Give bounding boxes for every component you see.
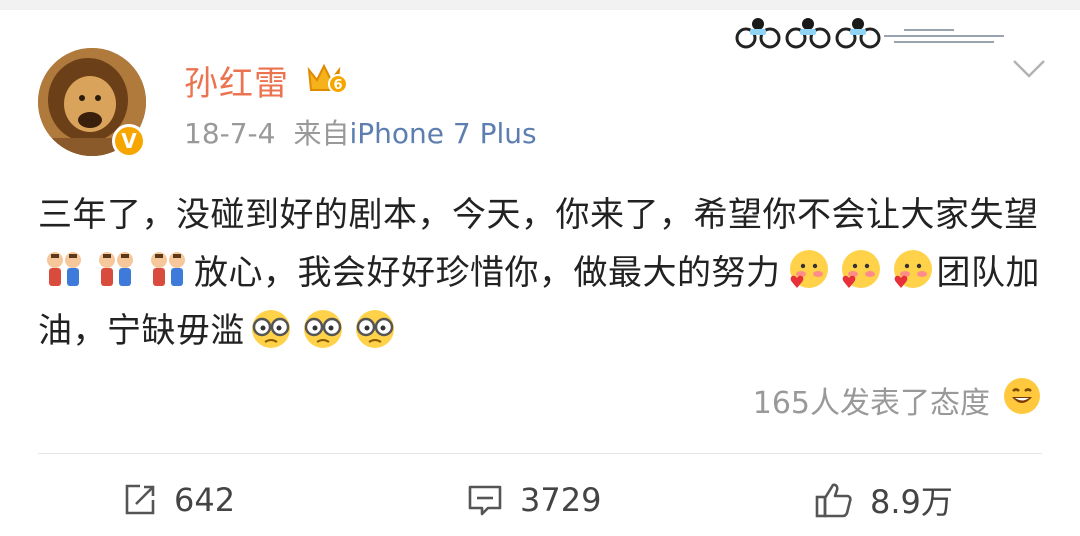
repost-icon bbox=[125, 484, 155, 515]
kids-emoji-icon bbox=[145, 248, 191, 294]
repost-button[interactable]: 642 bbox=[122, 472, 235, 528]
like-count: 8.9万 bbox=[870, 483, 953, 521]
blush-emoji-icon bbox=[888, 248, 934, 294]
level-badge-number: 6 bbox=[333, 78, 342, 93]
kids-emoji-icon bbox=[41, 248, 87, 294]
glasses-emoji-icon bbox=[300, 306, 346, 352]
smile-icon bbox=[1002, 376, 1042, 424]
glasses-emoji-icon bbox=[352, 306, 398, 352]
post-text-segment-1: 三年了，没碰到好的剧本，今天，你来了，希望你不会让大家失望 bbox=[38, 195, 1039, 235]
like-icon bbox=[815, 483, 852, 518]
attitude-text: 165人发表了态度 bbox=[752, 386, 990, 421]
kids-emoji-icon bbox=[93, 248, 139, 294]
post-source[interactable]: iPhone 7 Plus bbox=[349, 117, 536, 150]
chevron-down-icon[interactable] bbox=[1012, 58, 1046, 84]
post-text-segment-2: 放心，我会好好珍惜你，做最大的努力 bbox=[194, 253, 781, 293]
comment-icon bbox=[468, 485, 502, 516]
glasses-emoji-icon bbox=[248, 306, 294, 352]
from-label: 来自 bbox=[293, 117, 350, 150]
post-meta: 18-7-4 来自iPhone 7 Plus bbox=[184, 112, 537, 152]
crown-level-icon: 6 bbox=[306, 60, 348, 100]
blush-emoji-icon bbox=[836, 248, 882, 294]
verified-badge: V bbox=[112, 124, 146, 158]
post-text: 三年了，没碰到好的剧本，今天，你来了，希望你不会让大家失望放心，我会好好珍惜你，… bbox=[38, 186, 1048, 360]
username[interactable]: 孙红雷 bbox=[184, 56, 289, 105]
repost-count: 642 bbox=[174, 481, 236, 519]
comment-button[interactable]: 3729 bbox=[466, 472, 601, 528]
blush-emoji-icon bbox=[784, 248, 830, 294]
like-button[interactable]: 8.9万 bbox=[814, 472, 953, 528]
attitude-summary[interactable]: 165人发表了态度 bbox=[753, 376, 1042, 424]
bikes-decoration-icon bbox=[734, 16, 1034, 54]
comment-count: 3729 bbox=[520, 481, 602, 519]
top-strip bbox=[0, 0, 1080, 10]
post-date: 18-7-4 bbox=[184, 117, 276, 150]
divider bbox=[38, 453, 1042, 454]
